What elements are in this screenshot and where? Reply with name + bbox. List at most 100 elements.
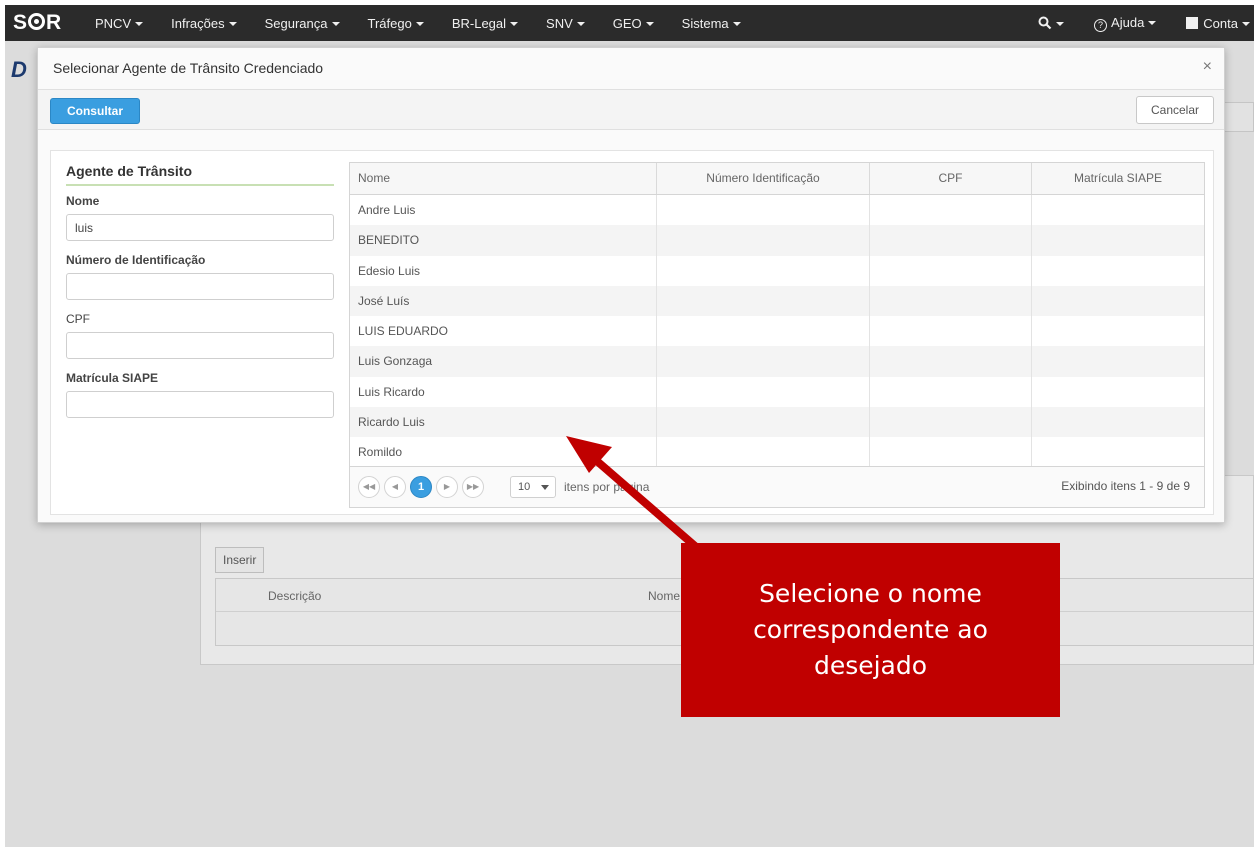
table-row[interactable]: Romildo	[350, 437, 1204, 468]
column-header-nome[interactable]: Nome	[350, 163, 657, 194]
user-icon	[1186, 16, 1199, 29]
callout-line: correspondente ao	[753, 615, 988, 644]
next-page-icon[interactable]: ▶	[436, 476, 458, 498]
background-logo: D	[11, 57, 27, 82]
column-header-numero-identificacao[interactable]: Número Identificação	[657, 163, 870, 194]
cell-numero	[657, 316, 870, 347]
cell-matricula	[1032, 195, 1204, 225]
numero-identificacao-input[interactable]	[66, 273, 334, 300]
column-header-matricula-siape[interactable]: Matrícula SIAPE	[1032, 163, 1204, 194]
caret-down-icon	[415, 21, 424, 26]
cell-cpf	[870, 195, 1032, 226]
cell-numero	[657, 255, 870, 286]
cell-cpf	[870, 376, 1032, 408]
navbar-right: ? Ajuda Conta	[1008, 5, 1250, 41]
help-menu[interactable]: ? Ajuda	[1094, 15, 1157, 32]
modal-toolbar: Consultar Cancelar	[38, 89, 1224, 130]
caret-down-icon	[1056, 21, 1065, 26]
cell-matricula	[1032, 407, 1204, 437]
select-agent-modal: Selecionar Agente de Trânsito Credenciad…	[37, 47, 1225, 523]
cell-nome: Andre Luis	[350, 195, 657, 226]
cell-cpf	[870, 255, 1032, 286]
background-button-stub	[1220, 102, 1254, 132]
cell-nome: Romildo	[350, 437, 657, 468]
cell-nome: LUIS EDUARDO	[350, 316, 657, 347]
table-row[interactable]: Luis Ricardo	[350, 376, 1204, 408]
table-row[interactable]: José Luís	[350, 285, 1204, 317]
cell-cpf	[870, 285, 1032, 317]
page-size-select[interactable]: 10	[510, 476, 556, 498]
background-column-nome: Nome	[648, 589, 681, 603]
table-row[interactable]: Luis Gonzaga	[350, 346, 1204, 377]
menu-br-legal[interactable]: BR-Legal	[452, 16, 519, 31]
search-icon	[1038, 16, 1052, 29]
page-number-button[interactable]: 1	[410, 476, 432, 498]
table-pager: ◀◀ ◀ 1 ▶ ▶▶ 10 itens por página Exibindo…	[350, 466, 1204, 507]
cell-matricula	[1032, 225, 1204, 255]
table-header: Nome Número Identificação CPF Matrícula …	[350, 163, 1204, 195]
modal-body: Agente de Trânsito Nome Número de Identi…	[50, 150, 1214, 515]
caret-down-icon	[135, 21, 144, 26]
cell-numero	[657, 285, 870, 317]
cell-numero	[657, 195, 870, 226]
cell-nome: Luis Ricardo	[350, 376, 657, 408]
nome-label: Nome	[66, 194, 100, 208]
cell-matricula	[1032, 377, 1204, 407]
menu-seguranca[interactable]: Segurança	[265, 16, 340, 31]
menu-geo[interactable]: GEO	[613, 16, 654, 31]
prev-page-icon[interactable]: ◀	[384, 476, 406, 498]
menu-trafego[interactable]: Tráfego	[368, 16, 424, 31]
menu-pncv[interactable]: PNCV	[95, 16, 144, 31]
menu-snv[interactable]: SNV	[546, 16, 585, 31]
cell-nome: José Luís	[350, 285, 657, 317]
caret-down-icon	[1242, 21, 1250, 26]
column-header-cpf[interactable]: CPF	[870, 163, 1032, 194]
caret-down-icon	[1148, 20, 1157, 25]
top-navbar: SR PNCV Infrações Segurança Tráfego BR-L…	[5, 5, 1254, 41]
cell-cpf	[870, 437, 1032, 468]
menu-infracoes[interactable]: Infrações	[171, 16, 237, 31]
background-insert-button[interactable]: Inserir	[215, 547, 265, 573]
caret-down-icon	[576, 21, 585, 26]
cell-numero	[657, 346, 870, 377]
cell-cpf	[870, 346, 1032, 377]
table-row[interactable]: LUIS EDUARDO	[350, 316, 1204, 347]
table-row[interactable]: BENEDITO	[350, 225, 1204, 256]
table-row[interactable]: Edesio Luis	[350, 255, 1204, 286]
callout-line: desejado	[813, 651, 928, 680]
account-menu[interactable]: Conta	[1186, 16, 1250, 31]
caret-down-icon	[331, 21, 340, 26]
last-page-icon[interactable]: ▶▶	[462, 476, 484, 498]
help-icon: ?	[1094, 18, 1108, 32]
caret-down-icon	[510, 21, 519, 26]
brand-logo[interactable]: SR	[5, 11, 95, 35]
cell-matricula	[1032, 256, 1204, 286]
caret-down-icon	[541, 485, 549, 490]
cell-numero	[657, 407, 870, 438]
menu-sistema[interactable]: Sistema	[682, 16, 741, 31]
cell-nome: Edesio Luis	[350, 255, 657, 286]
caret-down-icon	[228, 21, 237, 26]
close-icon[interactable]: ×	[1203, 58, 1212, 76]
consultar-button[interactable]: Consultar	[50, 98, 140, 124]
form-title: Agente de Trânsito	[66, 163, 334, 186]
cell-numero	[657, 376, 870, 408]
first-page-icon[interactable]: ◀◀	[358, 476, 380, 498]
cancelar-button[interactable]: Cancelar	[1136, 96, 1214, 124]
table-row[interactable]: Ricardo Luis	[350, 407, 1204, 438]
search-menu[interactable]	[1038, 16, 1065, 31]
cell-nome: Luis Gonzaga	[350, 346, 657, 377]
cell-cpf	[870, 316, 1032, 347]
cell-numero	[657, 225, 870, 256]
cell-cpf	[870, 407, 1032, 438]
cpf-input[interactable]	[66, 332, 334, 359]
caret-down-icon	[732, 21, 741, 26]
annotation-callout: Selecione o nome correspondente ao desej…	[681, 543, 1060, 717]
cell-nome: Ricardo Luis	[350, 407, 657, 438]
matricula-siape-input[interactable]	[66, 391, 334, 418]
table-row[interactable]: Andre Luis	[350, 195, 1204, 226]
cell-matricula	[1032, 286, 1204, 316]
agent-filter-form: Agente de Trânsito Nome Número de Identi…	[66, 163, 334, 430]
nome-input[interactable]	[66, 214, 334, 241]
callout-line: Selecione o nome	[759, 579, 982, 608]
